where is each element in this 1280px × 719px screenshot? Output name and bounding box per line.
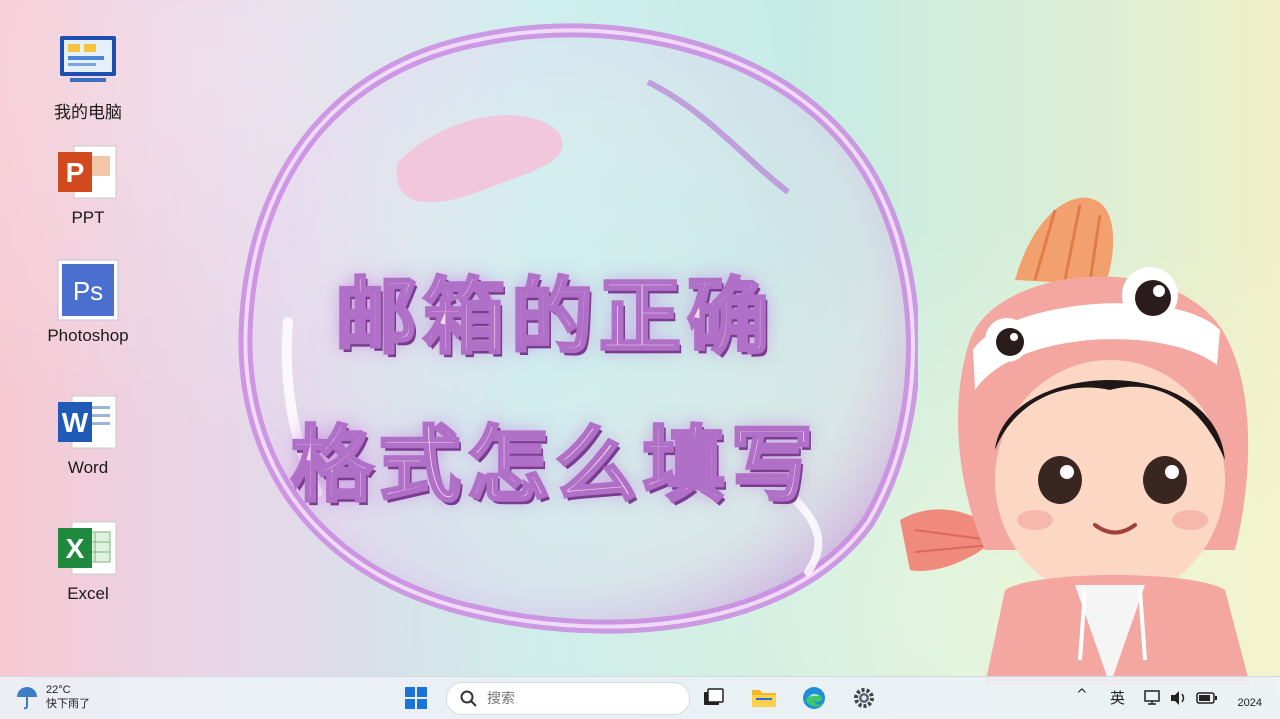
desktop-icon-photoshop[interactable]: Ps Photoshop xyxy=(28,258,148,346)
edge-browser-button[interactable] xyxy=(798,682,830,714)
desktop-icon-label: Photoshop xyxy=(47,326,129,345)
computer-icon xyxy=(56,30,120,94)
speaker-icon xyxy=(1171,691,1185,705)
taskbar: 22°C 快下雨了 搜索 ^ 英 2024 xyxy=(0,676,1280,719)
weather-description: 快下雨了 xyxy=(46,698,90,710)
desktop-icon-label: Word xyxy=(67,458,109,477)
fish-hood-character-illustration xyxy=(900,197,1250,685)
input-method-indicator[interactable]: 英 xyxy=(1110,687,1125,708)
folder-icon xyxy=(752,690,776,707)
word-icon: W xyxy=(56,390,120,454)
desktop-icon-label: PPT xyxy=(71,208,105,227)
windows-logo-icon xyxy=(405,687,427,709)
settings-button[interactable] xyxy=(848,682,880,714)
taskbar-search[interactable] xyxy=(446,682,690,715)
desktop-icon-my-computer[interactable]: 我的电脑 xyxy=(28,30,148,123)
edge-icon xyxy=(803,687,825,709)
excel-glyph: X xyxy=(66,533,85,564)
desktop-icon-label: Excel xyxy=(67,584,109,603)
battery-status[interactable] xyxy=(1195,682,1219,714)
search-icon xyxy=(460,690,477,707)
excel-icon: X xyxy=(56,516,120,580)
umbrella-icon xyxy=(17,687,37,710)
photoshop-icon: Ps xyxy=(56,258,120,322)
clock-date[interactable]: 2024 xyxy=(1238,697,1262,709)
task-view-icon xyxy=(704,688,724,705)
weather-widget[interactable]: 22°C 快下雨了 xyxy=(14,683,90,711)
weather-temperature: 22°C xyxy=(46,684,71,696)
desktop-icon-excel[interactable]: X Excel xyxy=(28,516,148,604)
gear-icon xyxy=(854,688,874,708)
tray-overflow-chevron[interactable]: ^ xyxy=(1076,687,1088,703)
start-button[interactable] xyxy=(400,682,432,714)
desktop-icon-ppt[interactable]: P PPT xyxy=(28,140,148,228)
file-explorer-button[interactable] xyxy=(748,682,780,714)
word-glyph: W xyxy=(62,407,89,438)
search-input[interactable] xyxy=(485,689,669,708)
task-view-button[interactable] xyxy=(697,682,729,714)
volume-control[interactable] xyxy=(1168,682,1190,714)
ps-glyph: Ps xyxy=(73,276,103,306)
network-monitor-icon xyxy=(1144,690,1160,705)
battery-icon xyxy=(1196,692,1217,704)
desktop-icon-word[interactable]: W Word xyxy=(28,390,148,478)
ppt-glyph: P xyxy=(66,157,85,188)
desktop-icon-label: 我的电脑 xyxy=(54,103,122,122)
powerpoint-icon: P xyxy=(56,140,120,204)
network-status[interactable] xyxy=(1142,682,1164,714)
